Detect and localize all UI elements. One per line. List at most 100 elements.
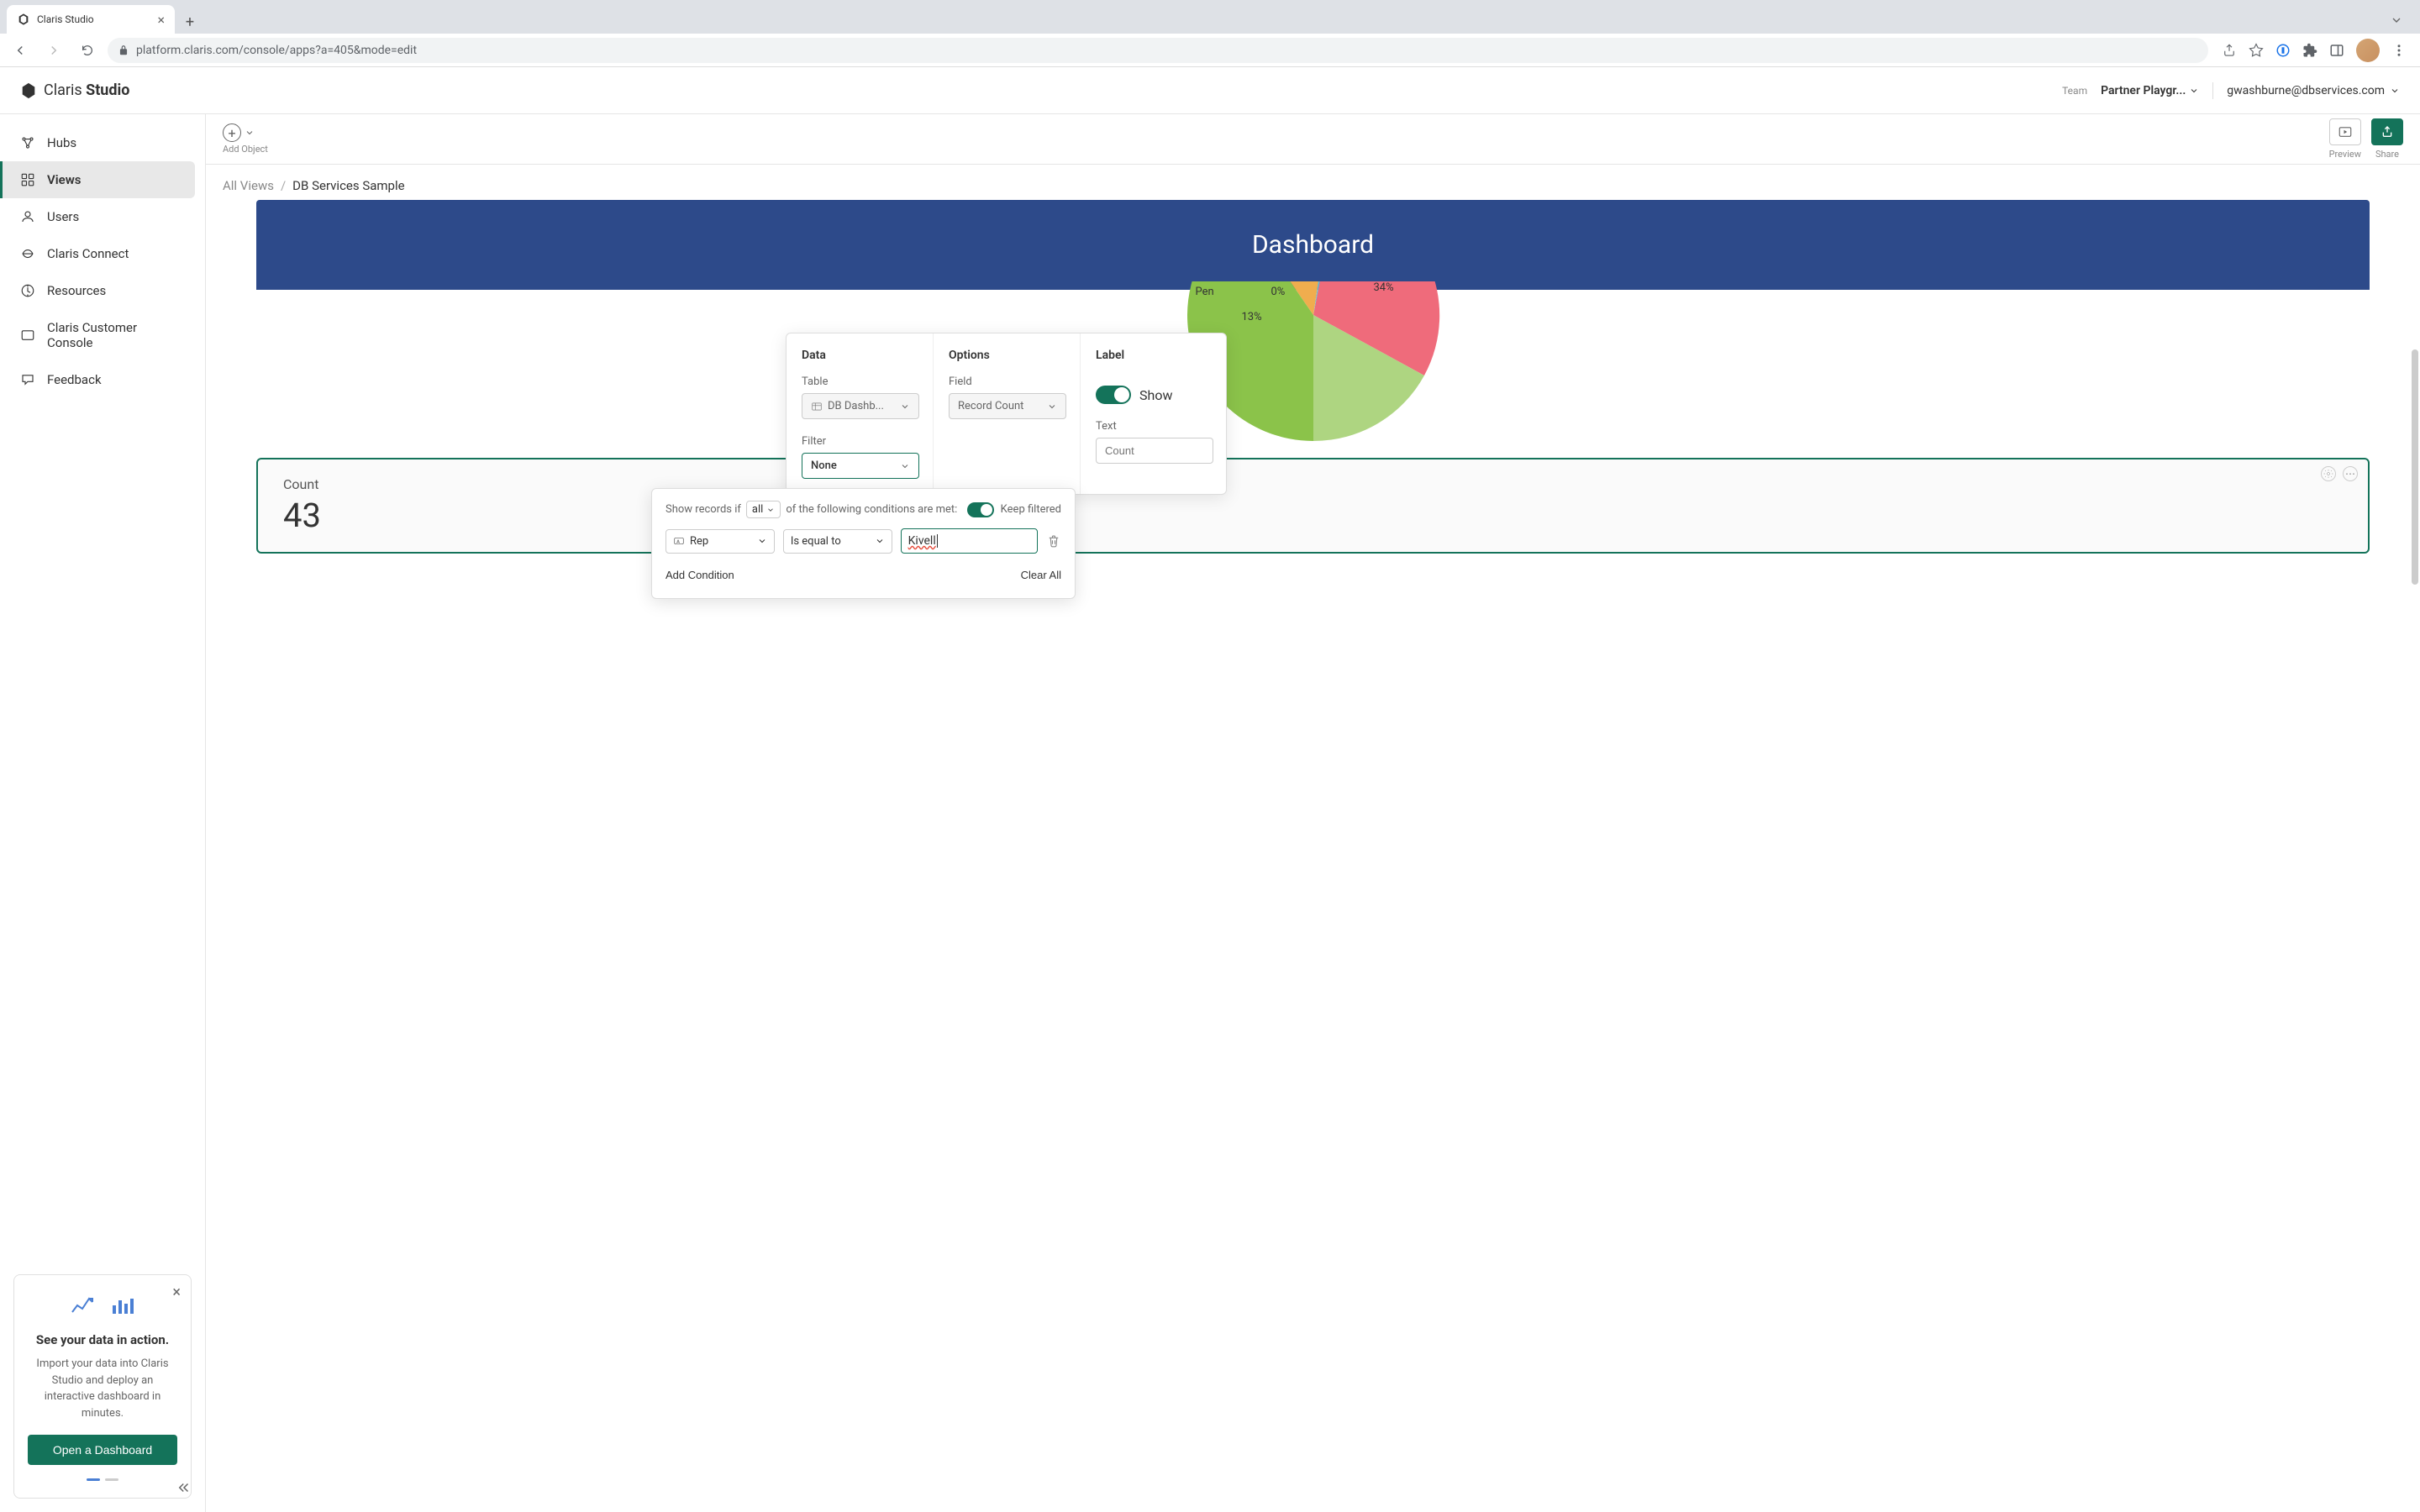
pie-pct: 0% <box>1271 286 1286 298</box>
logo[interactable]: Claris Studio <box>20 81 129 99</box>
config-label: Filter <box>802 435 918 448</box>
chevron-down-icon <box>875 536 885 546</box>
pie-pct: 34% <box>1374 281 1394 294</box>
sidebar-item-connect[interactable]: Claris Connect <box>0 235 195 272</box>
close-tab-icon[interactable]: × <box>157 12 165 28</box>
chevron-down-icon <box>757 536 767 546</box>
chevron-down-icon[interactable] <box>2380 13 2413 34</box>
profile-avatar[interactable] <box>2356 39 2380 62</box>
match-mode-select[interactable]: all <box>746 501 781 518</box>
sidebar-item-users[interactable]: Users <box>0 198 195 235</box>
chevron-down-icon <box>2390 86 2400 96</box>
team-label: Team <box>2062 85 2087 97</box>
svg-text:A: A <box>676 539 680 544</box>
team-dropdown[interactable]: Partner Playgr... <box>2101 84 2199 97</box>
dashboard-title: Dashboard <box>1252 230 1374 260</box>
logo-text-bold: Studio <box>86 81 129 99</box>
chevron-down-icon <box>1047 402 1057 412</box>
breadcrumb-current: DB Services Sample <box>292 178 404 193</box>
hubs-icon <box>20 135 35 150</box>
clear-all-button[interactable]: Clear All <box>1021 564 1061 586</box>
browser-menu-icon[interactable] <box>2391 43 2407 58</box>
favicon-icon <box>17 13 30 26</box>
collapse-sidebar-icon[interactable] <box>176 1480 192 1495</box>
chevron-down-icon <box>245 128 255 138</box>
sidebar-item-resources[interactable]: Resources <box>0 272 195 309</box>
extension-1password-icon[interactable] <box>2275 43 2291 58</box>
carousel-dots[interactable] <box>28 1478 177 1481</box>
config-section-title: Data <box>802 349 918 362</box>
connect-icon <box>20 246 35 261</box>
browser-tab[interactable]: Claris Studio × <box>7 5 175 34</box>
forward-button[interactable] <box>40 37 67 64</box>
sidebar-label: Users <box>47 209 79 224</box>
label-text-input[interactable] <box>1096 438 1213 464</box>
dashboard-title-bar[interactable]: Dashboard ═ <box>256 200 2370 290</box>
text-field-icon: A <box>673 535 685 547</box>
play-icon <box>2338 124 2353 139</box>
bar-chart-icon <box>109 1292 136 1319</box>
share-icon <box>2381 125 2394 139</box>
address-bar[interactable]: platform.claris.com/console/apps?a=405&m… <box>108 38 2208 63</box>
config-section-title: Label <box>1096 349 1213 362</box>
pie-label: Pen <box>1196 286 1214 298</box>
delete-condition-icon[interactable] <box>1046 533 1061 549</box>
show-toggle[interactable] <box>1096 386 1131 404</box>
toolbar-label: Share <box>2375 149 2399 160</box>
logo-text-light: Claris <box>44 81 82 99</box>
sidebar-item-hubs[interactable]: Hubs <box>0 124 195 161</box>
back-button[interactable] <box>7 37 34 64</box>
condition-operator-select[interactable]: Is equal to <box>783 529 892 554</box>
share-icon[interactable] <box>2222 43 2237 58</box>
chevron-down-icon <box>900 402 910 412</box>
sidebar-item-views[interactable]: Views <box>0 161 195 198</box>
config-panel: Data Table DB Dashb... Filter None Optio… <box>786 333 1227 495</box>
table-icon <box>811 401 823 412</box>
lock-icon <box>118 45 129 56</box>
browser-tab-strip: Claris Studio × + <box>0 0 2420 34</box>
tab-title: Claris Studio <box>37 13 94 25</box>
sidebar-label: Feedback <box>47 372 102 387</box>
toolbar-label: Add Object <box>223 144 268 155</box>
sidebar-label: Claris Customer Console <box>47 320 175 350</box>
scrollbar[interactable] <box>2412 349 2418 585</box>
views-icon <box>20 172 35 187</box>
reload-button[interactable] <box>74 37 101 64</box>
condition-field-select[interactable]: ARep <box>666 529 775 554</box>
preview-button[interactable] <box>2329 118 2361 145</box>
extensions-icon[interactable] <box>2302 43 2317 58</box>
breadcrumb-root[interactable]: All Views <box>223 178 274 193</box>
promo-title: See your data in action. <box>28 1332 177 1347</box>
sidebar-label: Resources <box>47 283 106 298</box>
add-object-button[interactable]: + <box>223 123 255 142</box>
new-tab-button[interactable]: + <box>178 10 202 34</box>
toolbar: + Add Object Preview Share <box>206 114 2420 165</box>
condition-value-input[interactable]: Kivell <box>901 528 1038 554</box>
divider <box>2212 82 2213 99</box>
add-condition-button[interactable]: Add Condition <box>666 564 734 586</box>
pie-chart[interactable]: Pen 0% 13% 34% Pen Set 1 <box>256 281 2370 449</box>
count-value: 43 <box>283 496 2343 535</box>
resources-icon <box>20 283 35 298</box>
user-menu[interactable]: gwashburne@dbservices.com <box>2227 84 2400 97</box>
filter-select[interactable]: None <box>802 453 919 479</box>
url-text: platform.claris.com/console/apps?a=405&m… <box>136 44 417 57</box>
close-icon[interactable]: × <box>172 1284 181 1301</box>
sidebar-item-feedback[interactable]: Feedback <box>0 361 195 398</box>
toggle-label: Show <box>1139 387 1172 403</box>
share-button[interactable] <box>2371 118 2403 145</box>
keep-filtered-toggle[interactable] <box>967 502 994 517</box>
sidebar: Hubs Views Users Claris Connect Resource… <box>0 114 206 1512</box>
more-icon[interactable]: ⋯ <box>2343 466 2358 481</box>
table-select[interactable]: DB Dashb... <box>802 393 919 419</box>
sidebar-label: Views <box>47 172 82 187</box>
field-select[interactable]: Record Count <box>949 393 1066 419</box>
open-dashboard-button[interactable]: Open a Dashboard <box>28 1435 177 1465</box>
panel-icon[interactable] <box>2329 43 2344 58</box>
count-card[interactable]: ⋯ Count 43 <box>256 458 2370 554</box>
gear-icon[interactable] <box>2321 466 2336 481</box>
star-icon[interactable] <box>2249 43 2264 58</box>
config-section-title: Options <box>949 349 1065 362</box>
sidebar-item-console[interactable]: Claris Customer Console <box>0 309 195 361</box>
count-label: Count <box>283 476 2343 492</box>
